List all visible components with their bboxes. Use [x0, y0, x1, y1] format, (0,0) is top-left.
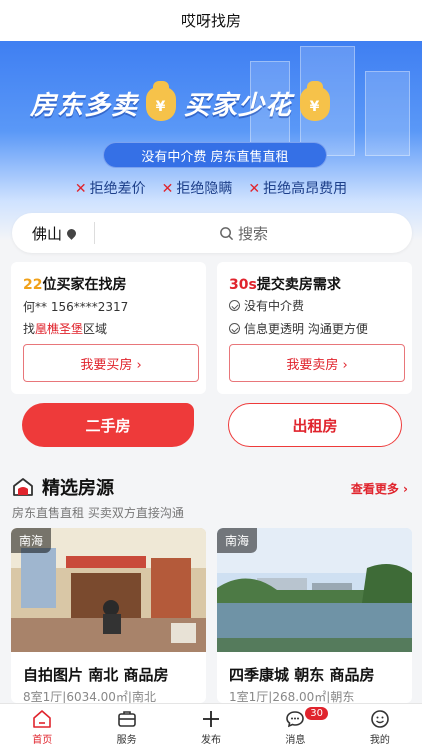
- search-icon: [220, 226, 234, 240]
- cross-icon: ✕: [161, 181, 174, 197]
- buyer-count: 22: [23, 277, 43, 293]
- message-count-badge: 30: [305, 707, 328, 720]
- plus-icon: [203, 710, 220, 727]
- tab-service[interactable]: 服务: [84, 704, 168, 750]
- check-circle-icon: [229, 323, 240, 334]
- reject-item: ✕ 拒绝隐瞒: [161, 181, 233, 197]
- arrow-icon: ›: [398, 482, 408, 496]
- buyer-card-title: 22位买家在找房: [23, 277, 127, 293]
- cross-icon: ✕: [248, 181, 261, 197]
- listing-info: 1室1厅|268.00㎡|朝东: [229, 690, 355, 703]
- seller-count: 30s: [229, 277, 257, 293]
- section-header: 精选房源: [12, 474, 114, 500]
- search-bar: 佛山 搜索: [12, 213, 412, 253]
- section-title: 精选房源: [42, 478, 114, 499]
- headline-right: 买家少花: [184, 91, 293, 121]
- service-icon: [117, 710, 136, 727]
- bottom-tab-bar: 首页 服务 发布 消息 30 我的: [0, 703, 422, 750]
- money-bag-icon: ¥: [146, 80, 177, 121]
- tab-home[interactable]: 首页: [0, 704, 84, 750]
- listing-photo: 南海: [11, 528, 206, 652]
- buy-house-button[interactable]: 我要买房 ›: [23, 344, 199, 382]
- see-more-link[interactable]: 查看更多 ›: [351, 480, 408, 497]
- headline-left: 房东多卖: [30, 91, 139, 121]
- sell-house-button[interactable]: 我要卖房 ›: [229, 344, 405, 382]
- banner-pill: 没有中介费 房东直售直租: [103, 142, 327, 168]
- listing-card[interactable]: 南海 四季康城 朝东 商品房 1室1厅|268.00㎡|朝东: [217, 528, 412, 703]
- seller-card-title: 30s提交卖房需求: [229, 277, 341, 293]
- banner-headline: 房东多卖 ¥ 买家少花 ¥: [30, 80, 338, 122]
- profile-icon: [371, 709, 389, 728]
- tab-profile[interactable]: 我的: [338, 704, 422, 750]
- seller-point: 信息更透明 沟通更方便: [229, 320, 368, 337]
- tab-publish[interactable]: 发布: [169, 704, 253, 750]
- buyer-card: 22位买家在找房 何** 156****2317 找凰樵圣堡 区域 我要买房 ›: [11, 262, 206, 394]
- reject-item: ✕ 拒绝高昂费用: [248, 181, 348, 197]
- district-tag: 南海: [217, 528, 258, 553]
- check-circle-icon: [229, 300, 240, 311]
- city-selector[interactable]: 佛山: [12, 223, 94, 244]
- search-placeholder: 搜索: [237, 224, 268, 243]
- cross-icon: ✕: [74, 181, 87, 197]
- app-title: 哎呀找房: [0, 0, 422, 41]
- section-subtitle: 房东直售直租 买卖双方直接沟通: [12, 506, 184, 520]
- money-bag-icon: ¥: [300, 80, 331, 121]
- seller-card: 30s提交卖房需求 没有中介费 信息更透明 沟通更方便 我要卖房 ›: [217, 262, 412, 394]
- home-icon: [33, 709, 52, 728]
- second-hand-button[interactable]: 二手房: [22, 403, 194, 447]
- location-pin-icon: [65, 226, 78, 240]
- app-screen: 哎呀找房 房东多卖 ¥ 买家少花 ¥ 没有中介费 房东直售直租 ✕ 拒绝差价 ✕ 拒…: [0, 0, 422, 750]
- listing-info: 8室1厅|6034.00㎡|南北: [23, 690, 156, 703]
- listing-photo: 南海: [217, 528, 412, 652]
- listing-card[interactable]: 南海 自拍图片 南北 商品房 8室1厅|6034.00㎡|南北: [11, 528, 206, 703]
- reject-list: ✕ 拒绝差价 ✕ 拒绝隐瞒 ✕ 拒绝高昂费用: [0, 178, 422, 198]
- chat-icon: [286, 710, 305, 727]
- tab-messages[interactable]: 消息 30: [253, 704, 337, 750]
- seller-point: 没有中介费: [229, 297, 304, 314]
- buyer-person: 何** 156****2317: [23, 300, 129, 314]
- listing-title: 四季康城 朝东 商品房: [229, 666, 375, 684]
- rental-button[interactable]: 出租房: [228, 403, 402, 447]
- promo-banner[interactable]: 房东多卖 ¥ 买家少花 ¥ 没有中介费 房东直售直租 ✕ 拒绝差价 ✕ 拒绝隐瞒 ✕…: [0, 41, 422, 241]
- building-graphic: [365, 71, 410, 156]
- buyer-seek: 找凰樵圣堡 区域: [23, 322, 108, 336]
- listing-title: 自拍图片 南北 商品房: [23, 666, 169, 684]
- district-tag: 南海: [11, 528, 52, 553]
- reject-item: ✕ 拒绝差价: [74, 181, 146, 197]
- city-label: 佛山: [32, 224, 63, 243]
- seek-area: 凰樵圣堡: [35, 322, 84, 336]
- search-input[interactable]: 搜索: [95, 223, 412, 244]
- house-icon: [13, 478, 33, 496]
